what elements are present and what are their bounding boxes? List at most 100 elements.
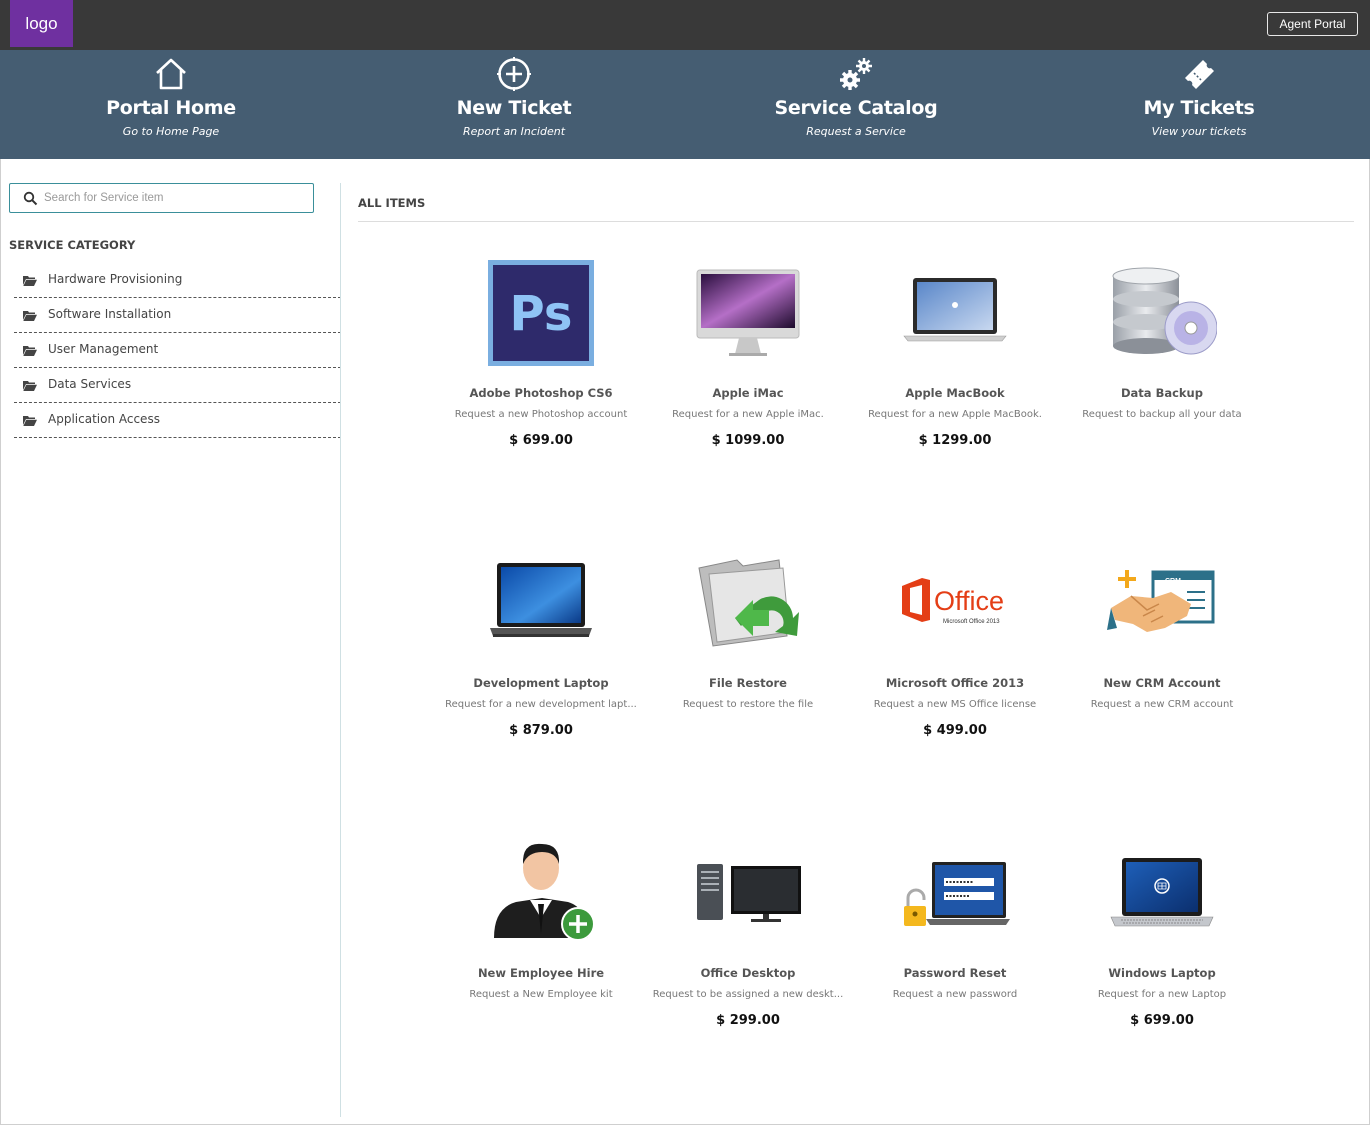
item-description: Request a New Employee kit (469, 989, 613, 1000)
catalog-item-development-laptop[interactable]: Development Laptop Request for a new dev… (441, 548, 641, 748)
nav-title: New Ticket (456, 97, 572, 119)
folder-open-icon (23, 346, 37, 356)
agent-portal-button[interactable]: Agent Portal (1267, 12, 1358, 36)
database-icon (1112, 267, 1217, 355)
category-label: User Management (48, 342, 159, 356)
category-label: Software Installation (48, 307, 172, 321)
catalog-item-data-backup[interactable]: Data Backup Request to backup all your d… (1062, 258, 1262, 458)
item-name: File Restore (709, 676, 787, 690)
search-icon (23, 191, 38, 206)
catalog-item-windows-laptop[interactable]: Windows Laptop Request for a new Laptop … (1062, 838, 1262, 1038)
laptop-icon (490, 563, 592, 637)
catalog-item-file-restore[interactable]: File Restore Request to restore the file (648, 548, 848, 748)
crm-logo-text: CRM (1165, 578, 1181, 585)
item-name: Apple MacBook (905, 386, 1005, 400)
logo[interactable]: logo (10, 0, 73, 47)
desktop-icon (697, 864, 801, 922)
password-reset-icon (904, 862, 1010, 926)
folder-open-icon (23, 381, 37, 391)
nav-service-catalog[interactable]: Service Catalog Request a Service (736, 50, 976, 159)
nav-my-tickets[interactable]: My Tickets View your tickets (1079, 50, 1319, 159)
catalog-item-crm-account[interactable]: CRM New CRM Account Request a new CRM ac… (1062, 548, 1262, 748)
svg-text:Ps: Ps (510, 286, 573, 342)
item-price: $ 699.00 (1130, 1013, 1194, 1028)
item-name: New CRM Account (1103, 676, 1221, 690)
catalog-item-macbook[interactable]: Apple MacBook Request for a new Apple Ma… (855, 258, 1055, 458)
item-name: Adobe Photoshop CS6 (469, 386, 613, 400)
nav-portal-home[interactable]: Portal Home Go to Home Page (51, 50, 291, 159)
item-description: Request for a new Apple MacBook. (868, 409, 1042, 420)
item-description: Request a new CRM account (1090, 699, 1234, 710)
macbook-icon (903, 278, 1007, 342)
catalog-item-new-employee-hire[interactable]: New Employee Hire Request a New Employee… (441, 838, 641, 1038)
item-name: Microsoft Office 2013 (885, 676, 1025, 690)
category-data-services[interactable]: Data Services (14, 368, 341, 403)
catalog-item-photoshop[interactable]: Ps Adobe Photoshop CS6 Request a new Pho… (441, 258, 641, 458)
item-description: Request to backup all your data (1082, 409, 1242, 420)
home-icon (156, 58, 186, 90)
ticket-icon (1185, 60, 1214, 89)
category-label: Hardware Provisioning (48, 272, 183, 286)
nav-new-ticket[interactable]: New Ticket Report an Incident (394, 50, 634, 159)
search-input[interactable] (44, 189, 304, 207)
folder-open-icon (23, 276, 37, 286)
category-label: Data Services (48, 377, 132, 391)
office-logo-subtext: Microsoft Office 2013 (943, 619, 1000, 625)
nav-subtitle: Request a Service (806, 125, 906, 138)
item-price: $ 1099.00 (711, 433, 785, 448)
item-description: Request for a new development lapt... (445, 699, 637, 710)
catalog-item-ms-office[interactable]: Office Microsoft Office 2013 Microsoft O… (855, 548, 1055, 748)
crm-handshake-icon: CRM (1107, 570, 1215, 632)
item-description: Request a new Photoshop account (454, 409, 628, 420)
item-description: Request to be assigned a new deskt... (652, 989, 844, 1000)
item-name: Data Backup (1121, 386, 1203, 400)
item-name: Windows Laptop (1108, 966, 1216, 980)
sidebar-divider (340, 183, 341, 1117)
item-price: $ 499.00 (923, 723, 987, 738)
category-hardware-provisioning[interactable]: Hardware Provisioning (14, 263, 341, 298)
category-label: Application Access (48, 412, 160, 426)
category-user-management[interactable]: User Management (14, 333, 341, 368)
folder-open-icon (23, 416, 37, 426)
main-nav: Portal Home Go to Home Page New Ticket R… (0, 50, 1370, 159)
windows-laptop-icon (1110, 858, 1214, 927)
catalog-item-password-reset[interactable]: Password Reset Request a new password (855, 838, 1055, 1038)
imac-icon (696, 269, 800, 356)
office-icon: Office Microsoft Office 2013 (902, 578, 1004, 625)
item-description: Request to restore the file (682, 699, 814, 710)
section-divider (358, 221, 1354, 222)
item-price: $ 699.00 (509, 433, 573, 448)
item-description: Request a new MS Office license (873, 699, 1037, 710)
item-description: Request for a new Laptop (1097, 989, 1227, 1000)
office-logo-text: Office (934, 586, 1004, 616)
catalog-item-office-desktop[interactable]: Office Desktop Request to be assigned a … (648, 838, 848, 1038)
plus-circle-icon (497, 57, 531, 91)
folder-restore-icon (698, 559, 799, 647)
nav-title: Portal Home (106, 97, 236, 119)
item-name: Apple iMac (712, 386, 784, 400)
nav-subtitle: View your tickets (1151, 125, 1247, 138)
section-title: ALL ITEMS (358, 196, 426, 210)
category-heading: SERVICE CATEGORY (9, 238, 136, 252)
nav-subtitle: Report an Incident (462, 125, 566, 138)
photoshop-icon: Ps (488, 260, 594, 366)
nav-title: My Tickets (1143, 97, 1255, 119)
category-application-access[interactable]: Application Access (14, 403, 341, 438)
item-name: Office Desktop (700, 966, 796, 980)
category-list: Hardware Provisioning Software Installat… (14, 263, 341, 438)
item-name: Password Reset (903, 966, 1007, 980)
employee-add-icon (494, 843, 595, 941)
gears-icon (840, 58, 872, 90)
item-price: $ 299.00 (716, 1013, 780, 1028)
item-name: New Employee Hire (477, 966, 605, 980)
top-bar: logo Agent Portal (0, 0, 1370, 50)
item-description: Request a new password (892, 989, 1018, 1000)
category-software-installation[interactable]: Software Installation (14, 298, 341, 333)
catalog-item-imac[interactable]: Apple iMac Request for a new Apple iMac.… (648, 258, 848, 458)
nav-title: Service Catalog (774, 97, 938, 119)
nav-subtitle: Go to Home Page (122, 125, 220, 138)
item-price: $ 1299.00 (918, 433, 992, 448)
item-name: Development Laptop (473, 676, 609, 690)
folder-open-icon (23, 311, 37, 321)
search-box[interactable] (9, 183, 314, 213)
